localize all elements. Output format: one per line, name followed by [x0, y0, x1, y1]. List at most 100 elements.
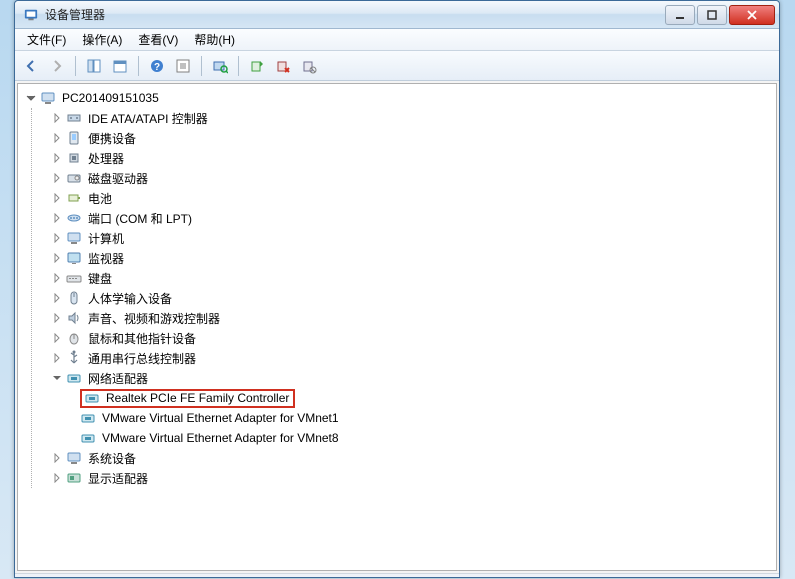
tree-item-hid[interactable]: 人体学输入设备 [32, 288, 776, 308]
app-icon [23, 7, 39, 23]
content-area: PC201409151035 IDE ATA/ATAPI 控制器 便携设备 [15, 81, 779, 573]
menu-file[interactable]: 文件(F) [19, 29, 74, 50]
expand-icon[interactable] [50, 211, 64, 225]
resize-grip[interactable] [15, 573, 779, 577]
controller-icon [66, 110, 82, 126]
node-label: 键盘 [86, 269, 114, 288]
toolbar-separator [75, 56, 76, 76]
menu-view[interactable]: 查看(V) [130, 29, 186, 50]
expand-icon[interactable] [50, 131, 64, 145]
expand-icon[interactable] [50, 351, 64, 365]
titlebar: 设备管理器 [15, 1, 779, 29]
window-controls [663, 5, 775, 25]
battery-icon [66, 190, 82, 206]
tree-item-vmnet1[interactable]: VMware Virtual Ethernet Adapter for VMne… [32, 408, 776, 428]
properties-button[interactable] [108, 54, 132, 78]
expand-icon[interactable] [50, 251, 64, 265]
tree-item-ide[interactable]: IDE ATA/ATAPI 控制器 [32, 108, 776, 128]
tree-item-processor[interactable]: 处理器 [32, 148, 776, 168]
node-label: 端口 (COM 和 LPT) [86, 209, 194, 228]
tree-item-keyboard[interactable]: 键盘 [32, 268, 776, 288]
device-tree[interactable]: PC201409151035 IDE ATA/ATAPI 控制器 便携设备 [17, 83, 777, 571]
node-label: Realtek PCIe FE Family Controller [104, 390, 291, 406]
root-label: PC201409151035 [60, 90, 161, 106]
node-label: 声音、视频和游戏控制器 [86, 309, 222, 328]
hid-icon [66, 290, 82, 306]
expand-icon[interactable] [50, 151, 64, 165]
scan-hardware-button[interactable] [208, 54, 232, 78]
tree-item-sound[interactable]: 声音、视频和游戏控制器 [32, 308, 776, 328]
maximize-button[interactable] [697, 5, 727, 25]
close-button[interactable] [729, 5, 775, 25]
toolbar-separator [238, 56, 239, 76]
sound-icon [66, 310, 82, 326]
tree-item-monitor[interactable]: 监视器 [32, 248, 776, 268]
adapter-icon [80, 410, 96, 426]
disk-icon [66, 170, 82, 186]
tree-item-network[interactable]: 网络适配器 [32, 368, 776, 388]
node-label: 监视器 [86, 249, 126, 268]
menu-action[interactable]: 操作(A) [74, 29, 130, 50]
node-label: VMware Virtual Ethernet Adapter for VMne… [100, 430, 341, 446]
expand-icon[interactable] [50, 291, 64, 305]
network-icon [66, 370, 82, 386]
node-label: 处理器 [86, 149, 126, 168]
node-label: 计算机 [86, 229, 126, 248]
uninstall-button[interactable] [271, 54, 295, 78]
tree-item-system[interactable]: 系统设备 [32, 448, 776, 468]
mouse-icon [66, 330, 82, 346]
tree-item-computer[interactable]: 计算机 [32, 228, 776, 248]
tree-item-portable[interactable]: 便携设备 [32, 128, 776, 148]
monitor-icon [66, 250, 82, 266]
node-label: VMware Virtual Ethernet Adapter for VMne… [100, 410, 341, 426]
node-label: 网络适配器 [86, 369, 150, 388]
toolbar: ? [15, 51, 779, 81]
node-label: 通用串行总线控制器 [86, 349, 198, 368]
tree-item-battery[interactable]: 电池 [32, 188, 776, 208]
pc-icon [66, 230, 82, 246]
expand-icon[interactable] [50, 191, 64, 205]
back-button[interactable] [19, 54, 43, 78]
node-label: 系统设备 [86, 449, 138, 468]
node-label: IDE ATA/ATAPI 控制器 [86, 109, 210, 128]
system-icon [66, 450, 82, 466]
usb-icon [66, 350, 82, 366]
svg-text:?: ? [154, 62, 160, 73]
expand-icon[interactable] [50, 231, 64, 245]
tree-item-ports[interactable]: 端口 (COM 和 LPT) [32, 208, 776, 228]
help-button[interactable]: ? [145, 54, 169, 78]
update-driver-button[interactable] [245, 54, 269, 78]
tree-item-display[interactable]: 显示适配器 [32, 468, 776, 488]
collapse-icon[interactable] [50, 371, 64, 385]
tree-item-realtek[interactable]: Realtek PCIe FE Family Controller [32, 388, 776, 408]
keyboard-icon [66, 270, 82, 286]
tree-root[interactable]: PC201409151035 [24, 88, 776, 108]
tree-item-usb[interactable]: 通用串行总线控制器 [32, 348, 776, 368]
tree-item-disk[interactable]: 磁盘驱动器 [32, 168, 776, 188]
expand-icon[interactable] [50, 271, 64, 285]
collapse-icon[interactable] [24, 91, 38, 105]
node-label: 磁盘驱动器 [86, 169, 150, 188]
expand-icon[interactable] [50, 451, 64, 465]
minimize-button[interactable] [665, 5, 695, 25]
portable-icon [66, 130, 82, 146]
tree-item-vmnet8[interactable]: VMware Virtual Ethernet Adapter for VMne… [32, 428, 776, 448]
device-manager-window: 设备管理器 文件(F) 操作(A) 查看(V) 帮助(H) [14, 0, 780, 578]
menu-help[interactable]: 帮助(H) [186, 29, 243, 50]
display-adapter-icon [66, 470, 82, 486]
forward-button[interactable] [45, 54, 69, 78]
node-label: 人体学输入设备 [86, 289, 174, 308]
disable-button[interactable] [297, 54, 321, 78]
expand-icon[interactable] [50, 111, 64, 125]
toolbar-separator [201, 56, 202, 76]
tree-item-mouse[interactable]: 鼠标和其他指针设备 [32, 328, 776, 348]
node-label: 显示适配器 [86, 469, 150, 488]
expand-icon[interactable] [50, 471, 64, 485]
port-icon [66, 210, 82, 226]
expand-icon[interactable] [50, 171, 64, 185]
adapter-icon [80, 430, 96, 446]
action-button[interactable] [171, 54, 195, 78]
expand-icon[interactable] [50, 331, 64, 345]
expand-icon[interactable] [50, 311, 64, 325]
show-hide-tree-button[interactable] [82, 54, 106, 78]
